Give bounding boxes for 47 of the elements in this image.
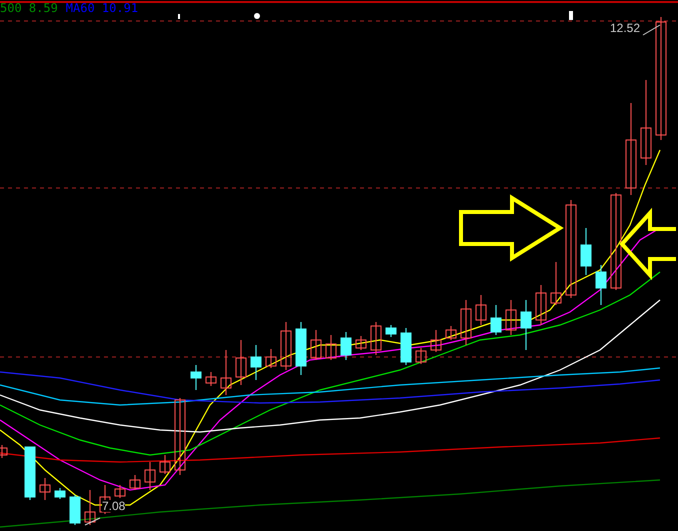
candlestick (84, 490, 96, 526)
candlestick (220, 350, 232, 396)
candlestick (190, 364, 202, 390)
candlestick (416, 348, 426, 364)
candlestick (280, 322, 292, 370)
candlestick (506, 300, 516, 336)
legend-text: 500 8.59 (0, 2, 58, 14)
candlestick (296, 322, 306, 376)
candlestick (446, 326, 456, 340)
right-arrow-icon (459, 194, 564, 262)
price-label: 12.52 (610, 22, 640, 34)
candlestick (40, 478, 50, 500)
candlestick (490, 304, 502, 336)
candlestick (580, 228, 592, 276)
legend-text: MA60 10.91 (66, 2, 138, 14)
candlestick (536, 284, 546, 326)
candlestick (370, 322, 382, 356)
candlestick (206, 372, 216, 386)
candlestick (476, 294, 486, 326)
candlestick (326, 334, 336, 360)
leader-line (84, 518, 100, 526)
candlestick (70, 494, 80, 526)
candlestick (144, 462, 156, 490)
candlestick (520, 300, 532, 350)
candlestick (356, 336, 366, 350)
candlestick (54, 488, 66, 500)
candlestick (114, 484, 126, 498)
candlestick (340, 332, 352, 360)
candlestick (250, 344, 262, 380)
marker-icon (178, 14, 180, 19)
leader-line (642, 24, 660, 36)
candlestick (430, 330, 442, 352)
candlestick (24, 446, 36, 500)
candlestick (0, 444, 8, 458)
candlestick (160, 454, 170, 474)
candlestick (460, 300, 472, 346)
candlestick (596, 264, 606, 306)
price-label: 7.08 (102, 500, 126, 512)
candlestick (130, 474, 140, 490)
candlestick (386, 324, 396, 338)
candlestick (310, 330, 322, 360)
candlestick (550, 262, 562, 306)
candlestick (236, 340, 246, 386)
candlestick (266, 348, 276, 368)
marker-icon (569, 11, 573, 20)
candlestick (400, 328, 412, 366)
marker-icon (254, 13, 260, 19)
